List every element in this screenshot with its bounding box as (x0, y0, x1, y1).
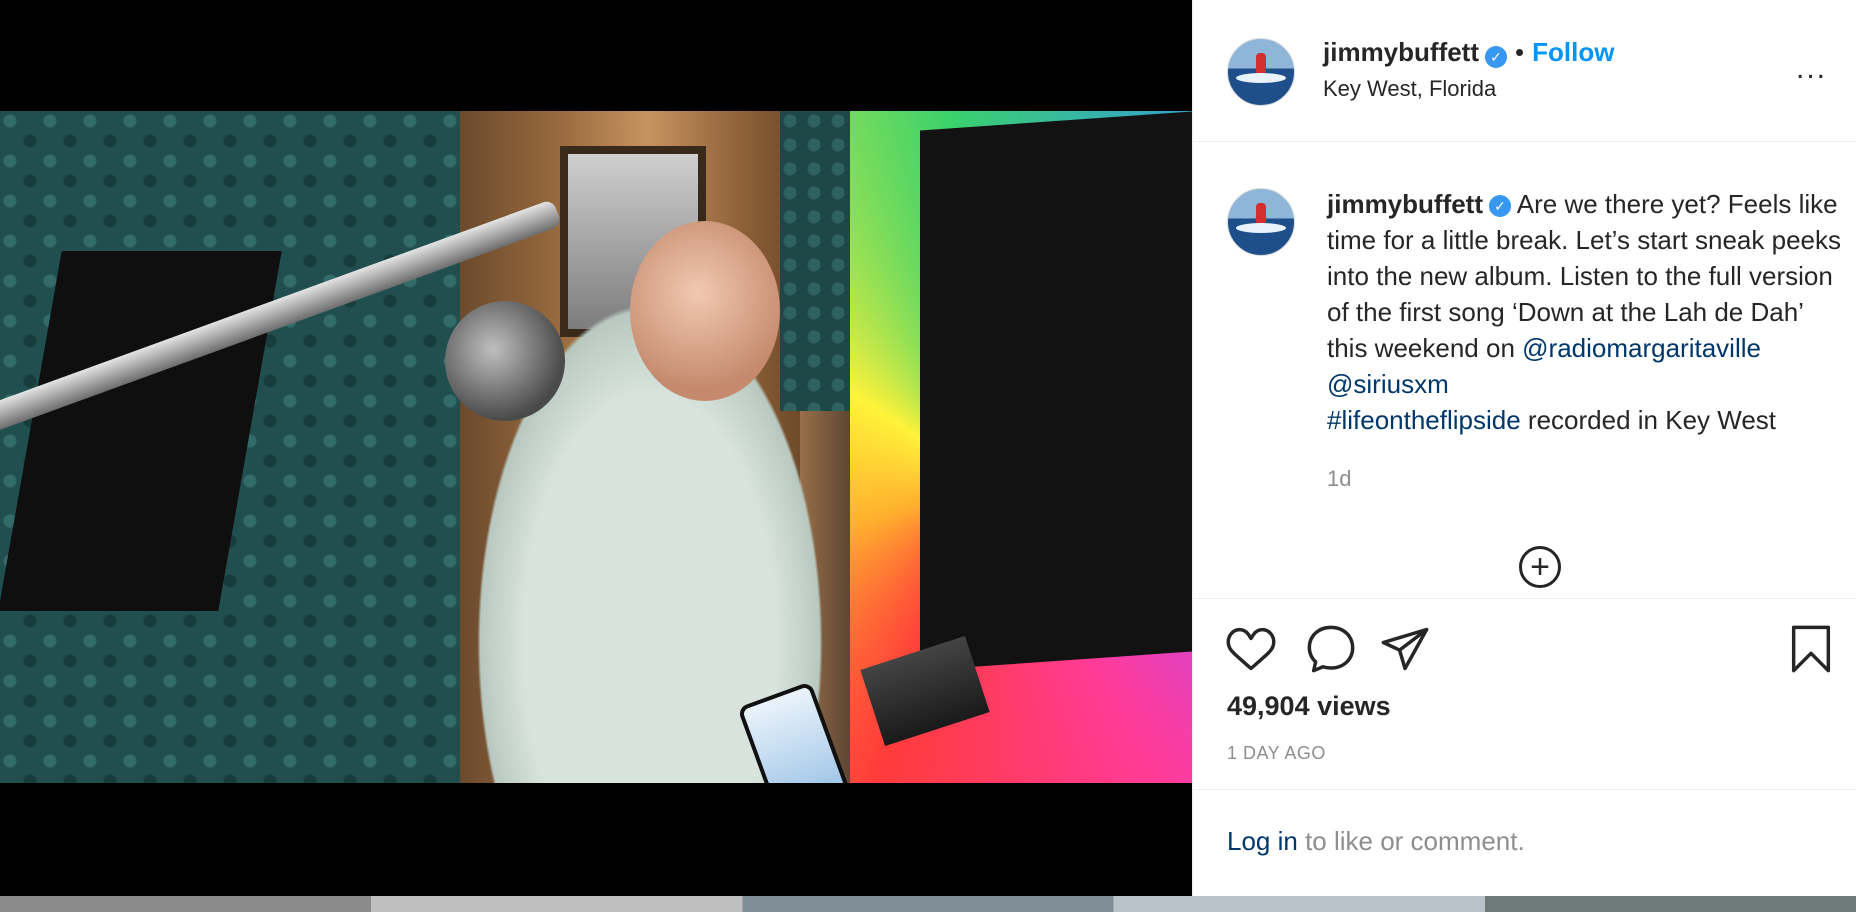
caption-username[interactable]: jimmybuffett (1327, 189, 1483, 219)
mention-siriusxm[interactable]: @siriusxm (1327, 369, 1449, 399)
caption-avatar[interactable] (1227, 188, 1295, 256)
avatar-surfer (1256, 53, 1266, 75)
tapestry-center (920, 111, 1192, 671)
post-header: jimmybuffett ✓ • Follow Key West, Florida .… (1193, 0, 1856, 142)
post-media[interactable] (0, 0, 1192, 896)
comment-icon[interactable] (1305, 623, 1357, 675)
more-options-icon[interactable]: ... (1796, 52, 1827, 86)
avatar[interactable] (1227, 38, 1295, 106)
login-text: to like or comment. (1297, 826, 1525, 856)
login-link[interactable]: Log in (1227, 826, 1298, 856)
login-prompt: Log in to like or comment. (1227, 826, 1525, 857)
bookmark-icon[interactable] (1785, 623, 1837, 675)
comments-section: jimmybuffett ✓ Are we there yet? Feels li… (1193, 141, 1856, 598)
verified-badge-icon: ✓ (1489, 195, 1511, 218)
verified-badge-icon: ✓ (1485, 45, 1507, 68)
share-icon[interactable] (1379, 623, 1431, 675)
microphone (445, 301, 565, 421)
post-actions: 49,904 views 1 DAY AGO (1193, 598, 1856, 790)
header-title-row: jimmybuffett ✓ • Follow (1323, 37, 1614, 68)
views-count[interactable]: 49,904 views (1227, 691, 1391, 722)
avatar-surfer (1256, 203, 1266, 225)
avatar-wave (1236, 73, 1286, 83)
post-sidebar: jimmybuffett ✓ • Follow Key West, Florida .… (1192, 0, 1856, 896)
more-posts-strip[interactable] (0, 896, 1856, 912)
separator-dot: • (1515, 37, 1525, 67)
location-link[interactable]: Key West, Florida (1323, 76, 1496, 102)
post-caption: jimmybuffett ✓ Are we there yet? Feels li… (1327, 186, 1847, 438)
load-more-comments-icon[interactable]: + (1519, 546, 1561, 588)
heart-icon[interactable] (1225, 623, 1277, 675)
hashtag-lifeontheflipside[interactable]: #lifeontheflipside (1327, 405, 1521, 435)
follow-button[interactable]: Follow (1532, 37, 1614, 67)
mention-radiomargaritaville[interactable]: @radiomargaritaville (1522, 333, 1761, 363)
caption-age: 1d (1327, 466, 1352, 491)
video-player[interactable] (0, 111, 1192, 783)
singer-head (630, 221, 780, 401)
post-time: 1 DAY AGO (1227, 743, 1326, 763)
avatar-wave (1236, 223, 1286, 233)
caption-text-end: recorded in Key West (1520, 405, 1777, 435)
username[interactable]: jimmybuffett (1323, 37, 1479, 67)
